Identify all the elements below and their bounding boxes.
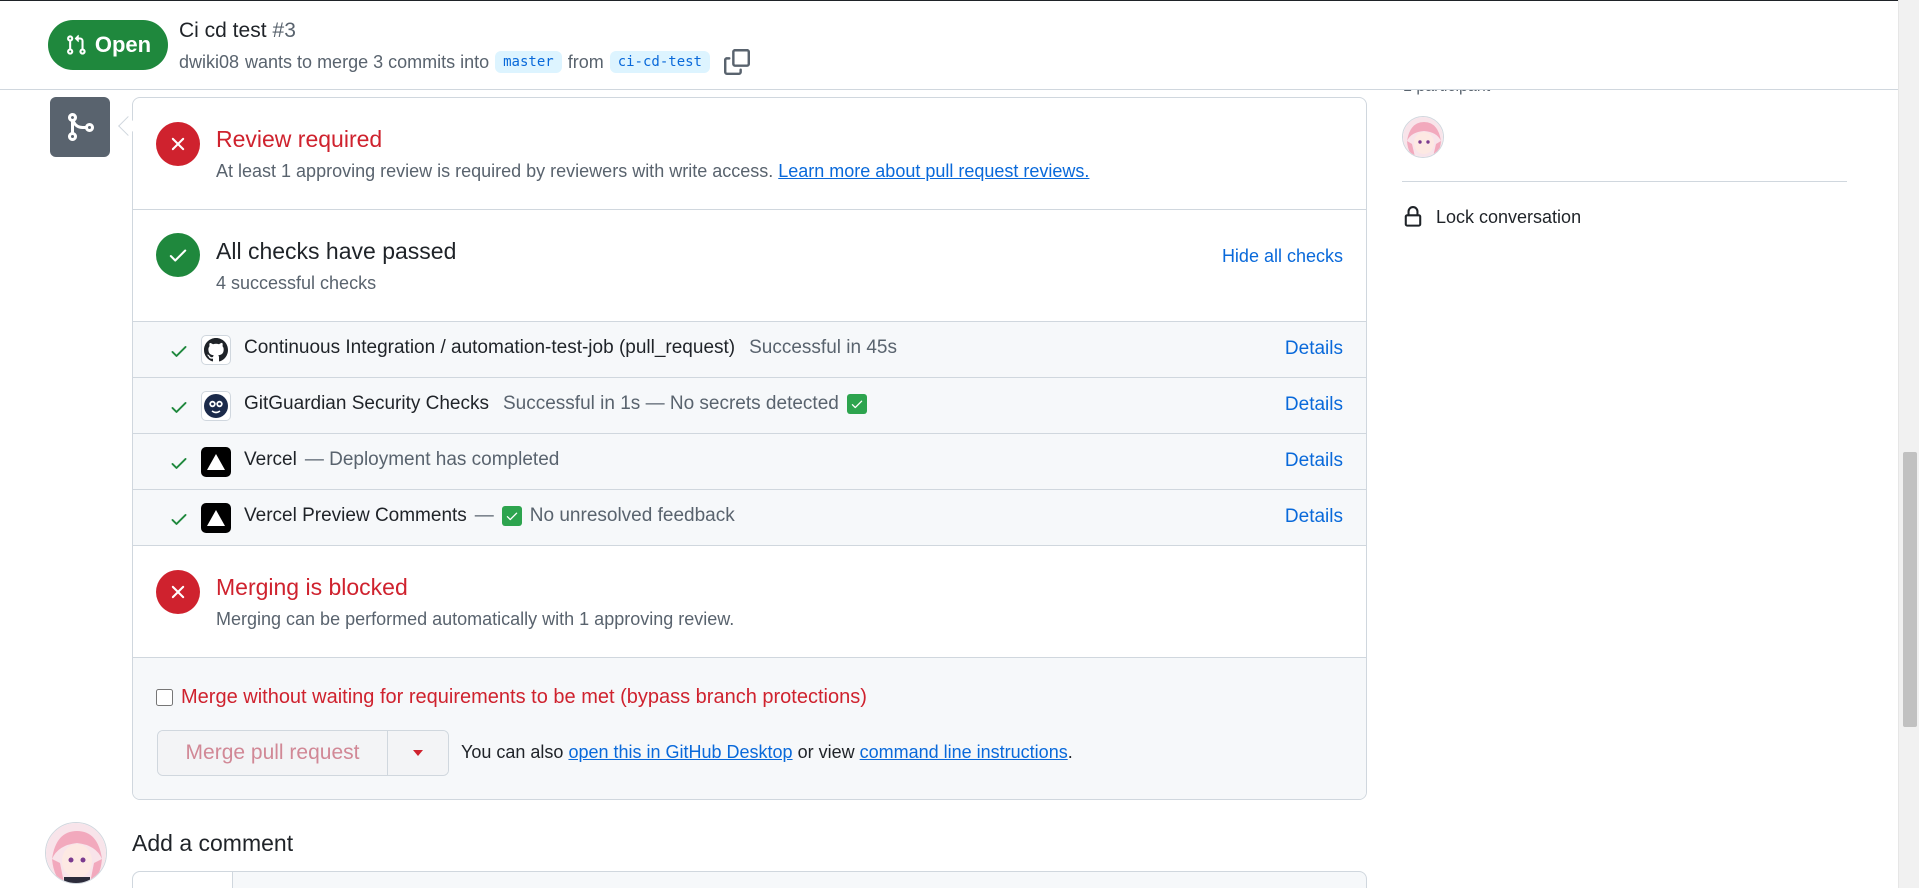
check-text: Vercel Preview Comments — No unresolved … [244,505,735,527]
base-branch[interactable]: master [495,51,562,73]
bypass-label[interactable]: Merge without waiting for requirements t… [181,686,867,709]
checkbox-emoji-icon [501,506,522,526]
vercel-logo-icon [201,503,231,533]
lock-icon [1404,206,1422,227]
pr-meta: dwiki08 wants to merge 3 commits into ma… [179,49,750,75]
pull-request-page: Open Ci cd test #3 dwiki08 wants to merge… [0,0,1919,888]
check-details-link[interactable]: Details [1285,394,1343,416]
merge-hint: You can also open this in GitHub Desktop… [461,742,1073,763]
merging-blocked-description: Merging can be performed automatically w… [216,609,735,629]
check-status: No unresolved feedback [529,505,735,526]
pr-title-text: Ci cd test [179,19,267,42]
check-row: Continuous Integration / automation-test… [133,322,1366,378]
git-merge-timeline-icon [50,97,110,157]
vercel-logo-icon [201,447,231,477]
x-circle-icon [156,570,200,614]
learn-more-reviews-link[interactable]: Learn more about pull request reviews. [778,161,1089,181]
avatar[interactable] [45,822,107,884]
bypass-row: Merge without waiting for requirements t… [156,686,867,709]
open-github-desktop-link[interactable]: open this in GitHub Desktop [568,742,792,762]
pr-state-badge: Open [48,20,168,70]
check-details-link[interactable]: Details [1285,450,1343,472]
git-branch-icon [68,113,95,141]
add-comment-title: Add a comment [132,830,294,856]
review-required-description: At least 1 approving review is required … [216,161,1089,182]
checks-summary-section: All checks have passed 4 successful chec… [133,210,1366,322]
check-icon [171,514,187,525]
x-circle-icon [156,122,200,166]
check-status: Successful in 45s [749,337,897,358]
check-name: Vercel Preview Comments [244,505,467,526]
copy-icon[interactable] [724,49,750,75]
check-row: Vercel Preview Comments — No unresolved … [133,490,1366,546]
check-details-link[interactable]: Details [1285,338,1343,360]
review-description-text: At least 1 approving review is required … [216,161,774,181]
review-required-section: Review required At least 1 approving rev… [133,98,1366,210]
sticky-pr-header: Open Ci cd test #3 dwiki08 wants to merge… [0,0,1898,90]
merge-method-dropdown-button[interactable] [388,731,448,775]
check-row: GitGuardian Security Checks Successful i… [133,378,1366,434]
head-branch[interactable]: ci-cd-test [609,51,710,73]
check-status-prefix: — [474,505,494,526]
merge-button-group: Merge pull request [157,730,449,776]
review-required-title: Review required [216,126,383,152]
hint-prefix: You can also [461,742,564,762]
check-name: GitGuardian Security Checks [244,393,489,414]
triangle-down-icon [413,750,423,756]
check-status: — Deployment has completed [304,449,560,470]
command-line-instructions-link[interactable]: command line instructions [860,742,1068,762]
check-name: Vercel [244,449,297,470]
bypass-checkbox[interactable] [156,689,173,706]
merging-blocked-section: Merging is blocked Merging can be perfor… [133,546,1366,658]
check-status: Successful in 1s — No secrets detected [503,393,839,414]
merge-pull-request-button[interactable]: Merge pull request [158,731,388,775]
check-circle-icon [156,233,200,277]
hint-middle: or view [797,742,855,762]
checks-subtitle: 4 successful checks [216,273,377,293]
lock-conversation-button[interactable]: Lock conversation [1402,206,1581,228]
scrollbar-thumb[interactable] [1903,452,1917,727]
lock-conversation-label: Lock conversation [1436,206,1582,227]
pr-number: #3 [272,19,296,42]
merging-blocked-title: Merging is blocked [216,574,408,600]
tab-write[interactable] [133,872,233,888]
check-text: Vercel — Deployment has completed [244,449,559,471]
pr-state-label: Open [94,32,152,57]
git-pull-request-icon [66,34,86,55]
sidebar-divider [1402,181,1847,182]
from-text: from [567,51,604,72]
check-text: Continuous Integration / automation-test… [244,337,897,359]
merge-text: wants to merge 3 commits into [245,51,490,72]
checks-title: All checks have passed [216,238,457,264]
check-name: Continuous Integration / automation-test… [244,337,736,358]
hide-all-checks-button[interactable]: Hide all checks [1222,246,1343,267]
participant-avatar[interactable] [1402,116,1444,158]
merge-actions-section: Merge without waiting for requirements t… [133,658,1366,799]
check-icon [171,346,187,357]
pr-author-link[interactable]: dwiki08 [179,52,239,73]
github-actions-logo-icon [201,335,231,365]
pr-title: Ci cd test #3 [179,19,296,43]
check-details-link[interactable]: Details [1285,506,1343,528]
check-icon [171,402,187,413]
check-icon [171,458,187,469]
merge-box: Review required At least 1 approving rev… [132,97,1367,800]
checkbox-emoji-icon [846,394,867,414]
hint-suffix: . [1067,742,1073,762]
check-text: GitGuardian Security Checks Successful i… [244,393,867,415]
comment-editor-tabs [132,871,1367,888]
gitguardian-logo-icon [201,391,231,421]
page-scrollbar[interactable] [1898,0,1919,888]
check-row: Vercel — Deployment has completed Detail… [133,434,1366,490]
